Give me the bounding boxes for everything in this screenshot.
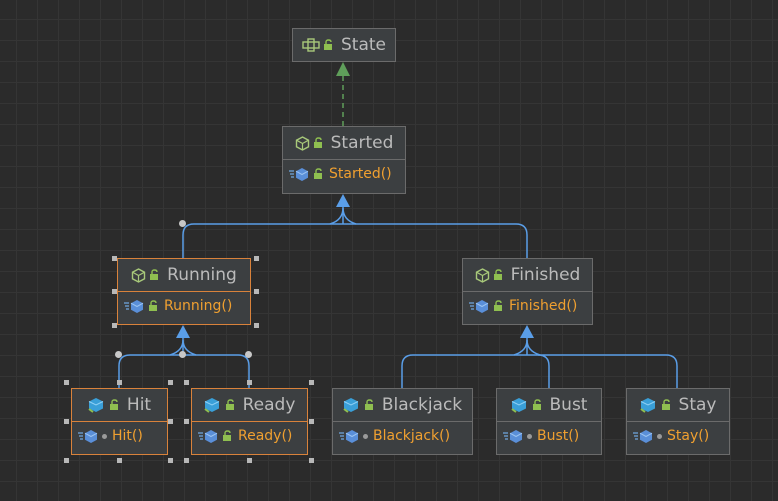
node-name: Hit	[126, 395, 152, 415]
node-blackjack[interactable]: Blackjack Blackjack()	[332, 388, 473, 455]
node-name: Stay	[678, 395, 717, 415]
node-ready[interactable]: Ready Ready()	[191, 388, 308, 455]
selection-handle[interactable]	[184, 419, 189, 424]
selection-handle[interactable]	[112, 323, 117, 328]
lock-open-icon	[324, 38, 332, 50]
lock-open-icon	[109, 399, 118, 410]
node-name: Started	[330, 133, 394, 153]
selection-handle[interactable]	[64, 458, 69, 463]
selection-handle[interactable]	[247, 380, 252, 385]
lock-open-icon	[532, 399, 541, 410]
node-running[interactable]: Running Running()	[117, 258, 251, 325]
node-name: Bust	[549, 395, 588, 415]
edge-selection-dot[interactable]	[179, 351, 186, 358]
lock-open-icon	[314, 168, 322, 179]
selection-handle[interactable]	[117, 458, 122, 463]
node-member: Stay()	[667, 428, 710, 444]
selection-handle[interactable]	[184, 380, 189, 385]
node-member: Running()	[164, 298, 233, 314]
lock-open-icon	[150, 269, 159, 280]
abstract-class-icon	[475, 267, 489, 283]
node-finished[interactable]: Finished Finished()	[462, 258, 593, 325]
constructor-icon	[469, 300, 489, 313]
selection-handle[interactable]	[64, 419, 69, 424]
package-private-icon	[363, 433, 368, 439]
node-state[interactable]: State	[292, 28, 396, 62]
selection-handle[interactable]	[254, 256, 259, 261]
edge-selection-dot[interactable]	[179, 220, 186, 227]
package-private-icon	[527, 433, 532, 439]
node-name: Blackjack	[381, 395, 463, 415]
abstract-class-icon	[295, 135, 309, 151]
selection-handle[interactable]	[112, 256, 117, 261]
node-name: State	[341, 34, 386, 55]
node-name: Finished	[510, 265, 581, 285]
constructor-icon	[124, 300, 144, 313]
selection-handle[interactable]	[117, 380, 122, 385]
edge-blackjack-bust-stay-extends-finished	[401, 325, 678, 388]
lock-open-icon	[225, 399, 234, 410]
class-icon	[204, 398, 219, 413]
lock-open-icon	[364, 399, 373, 410]
node-stay[interactable]: Stay Stay()	[626, 388, 730, 455]
package-private-icon	[657, 433, 662, 439]
edge-selection-dot[interactable]	[115, 351, 122, 358]
node-member: Ready()	[238, 428, 293, 444]
selection-handle[interactable]	[168, 380, 173, 385]
constructor-icon	[78, 430, 98, 443]
class-icon	[510, 398, 526, 413]
node-member: Blackjack()	[373, 428, 451, 444]
selection-handle[interactable]	[247, 458, 252, 463]
constructor-icon	[198, 430, 218, 443]
selection-handle[interactable]	[168, 419, 173, 424]
constructor-icon	[339, 430, 359, 443]
selection-handle[interactable]	[309, 419, 314, 424]
class-icon	[343, 398, 359, 413]
selection-handle[interactable]	[64, 380, 69, 385]
lock-open-icon	[661, 399, 670, 410]
lock-open-icon	[223, 430, 231, 441]
abstract-class-icon	[131, 267, 146, 283]
constructor-icon	[289, 168, 309, 181]
selection-handle[interactable]	[309, 380, 314, 385]
edge-selection-dot[interactable]	[245, 351, 252, 358]
selection-handle[interactable]	[309, 458, 314, 463]
constructor-icon	[633, 430, 653, 443]
edge-running-finished-extends-started	[182, 194, 528, 258]
lock-open-icon	[493, 269, 502, 280]
selection-handle[interactable]	[112, 289, 117, 294]
node-started[interactable]: Started Started()	[282, 126, 406, 194]
lock-open-icon	[494, 300, 502, 311]
node-name: Ready	[242, 395, 296, 415]
node-member: Hit()	[112, 428, 143, 444]
node-member: Finished()	[509, 298, 578, 314]
selection-handle[interactable]	[254, 289, 259, 294]
constructor-icon	[503, 430, 523, 443]
selection-handle[interactable]	[168, 458, 173, 463]
package-private-icon	[102, 433, 107, 439]
lock-open-icon	[149, 300, 157, 311]
interface-icon	[302, 37, 320, 52]
node-hit[interactable]: Hit Hit()	[71, 388, 168, 455]
edge-started-implements-state	[336, 62, 350, 126]
class-icon	[88, 398, 104, 413]
selection-handle[interactable]	[184, 458, 189, 463]
node-member: Bust()	[537, 428, 580, 444]
selection-handle[interactable]	[254, 323, 259, 328]
node-bust[interactable]: Bust Bust()	[496, 388, 602, 455]
lock-open-icon	[313, 137, 322, 148]
class-icon	[639, 398, 655, 413]
node-name: Running	[167, 265, 237, 285]
node-member: Started()	[329, 166, 392, 182]
